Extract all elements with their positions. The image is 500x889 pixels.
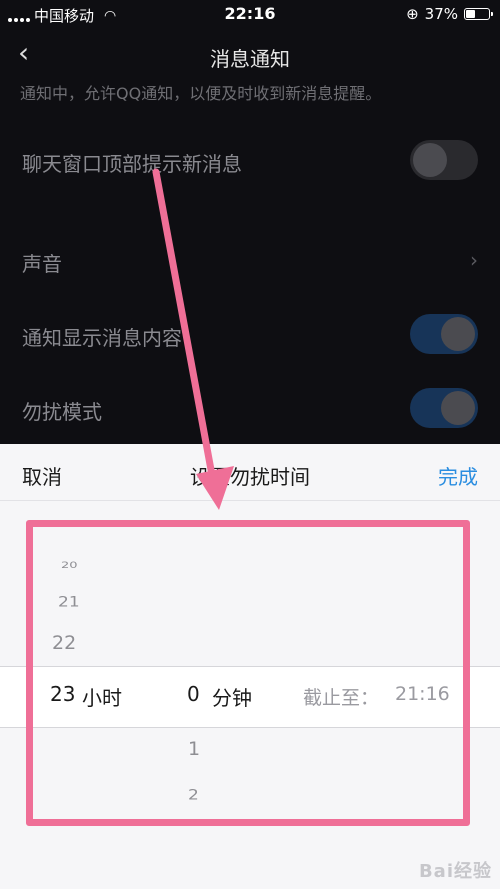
battery-icon: [464, 8, 493, 20]
nav-bar: ‹ 消息通知: [0, 30, 500, 82]
setting-row-dnd[interactable]: 勿扰模式: [0, 378, 500, 442]
setting-row-sound[interactable]: 声音 ›: [0, 230, 500, 294]
page-title: 消息通知: [210, 47, 290, 71]
status-right: ⊕ 37%: [406, 5, 493, 23]
show-content-toggle[interactable]: [410, 314, 478, 354]
done-button[interactable]: 完成: [438, 461, 478, 490]
baidu-watermark: Bai经验: [418, 861, 492, 882]
notification-hint: 通知中，允许QQ通知，以便及时收到新消息提醒。: [20, 84, 382, 103]
annotation-highlight-box: [26, 520, 470, 826]
top-banner-toggle[interactable]: [410, 140, 478, 180]
setting-row-show-content[interactable]: 通知显示消息内容: [0, 304, 500, 368]
setting-label: 声音: [22, 252, 62, 276]
chevron-right-icon: ›: [470, 248, 478, 272]
sheet-title: 设置勿扰时间: [190, 465, 310, 489]
rotation-lock-icon: ⊕: [406, 5, 419, 23]
battery-percent: 37%: [424, 5, 458, 23]
setting-label: 勿扰模式: [22, 400, 102, 424]
sheet-header: 取消 设置勿扰时间 完成: [0, 444, 500, 501]
dnd-toggle[interactable]: [410, 388, 478, 428]
setting-label: 通知显示消息内容: [22, 326, 182, 350]
setting-label: 聊天窗口顶部提示新消息: [22, 152, 242, 176]
setting-row-top-banner[interactable]: 聊天窗口顶部提示新消息: [0, 130, 500, 194]
status-bar: 中国移动 ◠ 22:16 ⊕ 37%: [0, 0, 500, 30]
